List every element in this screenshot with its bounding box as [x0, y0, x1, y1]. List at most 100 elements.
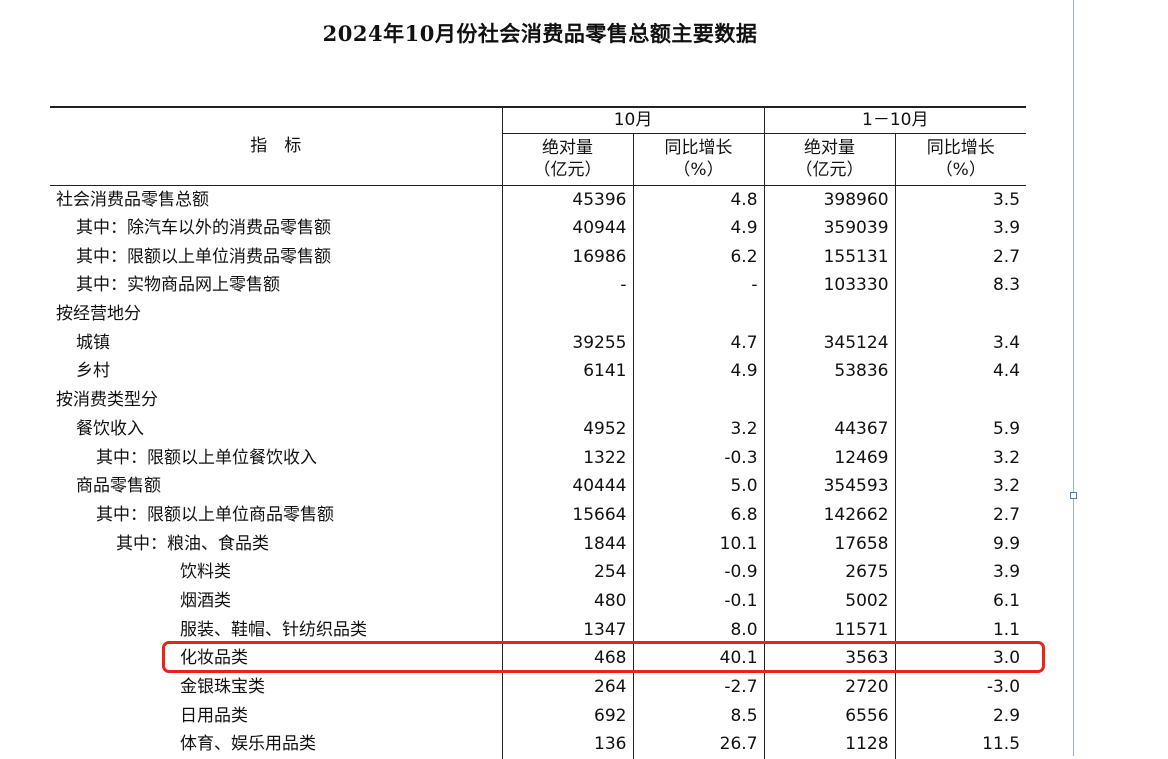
row-label: 城镇 — [76, 332, 110, 353]
oct-yoy-value: 6.2 — [632, 242, 765, 272]
table-row: 乡村 6141 4.9 53836 4.4 — [50, 357, 1027, 386]
ytd-yoy-value: 5.9 — [894, 414, 1027, 444]
oct-abs-value: 6141 — [501, 357, 633, 386]
ytd-abs-value: 6556 — [763, 701, 896, 731]
table-row: 其中：限额以上单位餐饮收入 1322 -0.3 12469 3.2 — [50, 443, 1027, 472]
oct-yoy-value: 26.7 — [632, 730, 765, 759]
table-row: 按经营地分 — [50, 299, 1027, 329]
ytd-yoy-value: 1.1 — [894, 615, 1027, 644]
ytd-yoy-value: 2.9 — [894, 701, 1027, 731]
oct-yoy-value: 4.9 — [632, 357, 765, 386]
table-row: 其中：限额以上单位商品零售额 15664 6.8 142662 2.7 — [50, 500, 1027, 530]
oct-yoy-value: -2.7 — [632, 672, 765, 702]
ytd-yoy-value — [894, 385, 1027, 415]
ytd-abs-value: 398960 — [763, 184, 896, 214]
row-label: 饮料类 — [180, 562, 231, 583]
ytd-abs-value — [763, 299, 896, 329]
row-label: 按消费类型分 — [56, 390, 158, 411]
ytd-yoy-value: 3.9 — [894, 213, 1027, 243]
row-label: 其中：除汽车以外的消费品零售额 — [76, 218, 331, 239]
ytd-yoy-value: 3.5 — [894, 184, 1027, 214]
oct-yoy-value: 5.0 — [632, 471, 765, 501]
oct-abs-value: 254 — [501, 557, 633, 587]
oct-yoy-value — [632, 385, 765, 415]
ytd-abs-value: 103330 — [763, 271, 896, 300]
ytd-yoy-value: 3.0 — [894, 644, 1027, 673]
oct-yoy-value: 8.0 — [632, 615, 765, 644]
row-label: 其中：粮油、食品类 — [116, 533, 269, 554]
ytd-yoy-value: 2.7 — [894, 242, 1027, 272]
oct-yoy-value — [632, 299, 765, 329]
oct-abs-value: 136 — [501, 730, 633, 759]
oct-yoy-value: 10.1 — [632, 529, 765, 558]
oct-abs-value: - — [501, 271, 633, 300]
row-label: 日用品类 — [180, 705, 248, 726]
row-label: 按经营地分 — [56, 304, 141, 325]
row-label: 其中：实物商品网上零售额 — [76, 275, 280, 296]
ytd-yoy-value: 3.2 — [894, 471, 1027, 501]
ytd-yoy-value: 4.4 — [894, 357, 1027, 386]
oct-abs-value: 15664 — [501, 500, 633, 530]
page-title: 2024年10月份社会消费品零售总额主要数据 — [322, 21, 758, 46]
oct-abs-value: 1347 — [501, 615, 633, 644]
oct-abs-value: 264 — [501, 672, 633, 702]
oct-yoy-value: -0.1 — [632, 586, 765, 616]
ytd-abs-value: 53836 — [763, 357, 896, 386]
ytd-abs-value: 142662 — [763, 500, 896, 530]
row-label: 化妆品类 — [180, 648, 248, 669]
row-label: 其中：限额以上单位消费品零售额 — [76, 246, 331, 267]
table-row: 其中：限额以上单位消费品零售额 16986 6.2 155131 2.7 — [50, 242, 1027, 272]
page-edge-line — [1073, 0, 1074, 756]
ytd-abs-header: 绝对量 （亿元） — [763, 132, 896, 185]
oct-abs-value: 468 — [501, 644, 633, 673]
oct-yoy-value: -0.9 — [632, 557, 765, 587]
ytd-yoy-value: 3.4 — [894, 328, 1027, 358]
row-label: 乡村 — [76, 361, 110, 382]
ytd-group-header: 1－10月 — [763, 106, 1027, 133]
resize-handle[interactable] — [1070, 492, 1077, 499]
ytd-yoy-value: -3.0 — [894, 672, 1027, 702]
oct-abs-value: 1322 — [501, 443, 633, 472]
table-row: 餐饮收入 4952 3.2 44367 5.9 — [50, 414, 1027, 444]
ytd-yoy-value: 3.2 — [894, 443, 1027, 472]
ytd-abs-value: 1128 — [763, 730, 896, 759]
table-row: 其中：除汽车以外的消费品零售额 40944 4.9 359039 3.9 — [50, 213, 1027, 243]
row-label: 烟酒类 — [180, 590, 231, 611]
row-label: 商品零售额 — [76, 476, 161, 497]
oct-abs-value: 480 — [501, 586, 633, 616]
oct-group-header: 10月 — [501, 106, 765, 133]
oct-yoy-value: 3.2 — [632, 414, 765, 444]
oct-abs-value: 39255 — [501, 328, 633, 358]
ytd-abs-value: 2720 — [763, 672, 896, 702]
row-label: 金银珠宝类 — [180, 677, 265, 698]
ytd-yoy-value: 6.1 — [894, 586, 1027, 616]
ytd-yoy-value: 8.3 — [894, 271, 1027, 300]
ytd-yoy-value: 11.5 — [894, 730, 1027, 759]
retail-sales-table: 指 标 10月 1－10月 绝对量 （亿元） 同比增长 （%） 绝对量 （亿元） 同比… — [50, 106, 1027, 759]
ytd-abs-value: 12469 — [763, 443, 896, 472]
oct-abs-value — [501, 299, 633, 329]
ytd-abs-value: 345124 — [763, 328, 896, 358]
oct-yoy-header: 同比增长 （%） — [632, 132, 765, 185]
oct-yoy-value: - — [632, 271, 765, 300]
oct-yoy-value: 4.9 — [632, 213, 765, 243]
table-row: 其中：实物商品网上零售额 - -103330 8.3 — [50, 271, 1027, 300]
table-row: 服装、鞋帽、针纺织品类 1347 8.0 11571 1.1 — [50, 615, 1027, 644]
oct-yoy-value: 4.7 — [632, 328, 765, 358]
ytd-abs-value: 3563 — [763, 644, 896, 673]
row-label: 其中：限额以上单位商品零售额 — [96, 504, 334, 525]
ytd-abs-value: 155131 — [763, 242, 896, 272]
ytd-yoy-value — [894, 299, 1027, 329]
row-label: 社会消费品零售总额 — [50, 184, 502, 214]
table-row: 日用品类 692 8.5 6556 2.9 — [50, 701, 1027, 731]
oct-abs-value: 16986 — [501, 242, 633, 272]
ytd-abs-value: 5002 — [763, 586, 896, 616]
indicator-header: 指 标 — [50, 106, 502, 185]
row-label: 服装、鞋帽、针纺织品类 — [180, 619, 367, 640]
oct-yoy-value: 40.1 — [632, 644, 765, 673]
oct-abs-value: 40444 — [501, 471, 633, 501]
ytd-yoy-value: 2.7 — [894, 500, 1027, 530]
ytd-abs-value: 44367 — [763, 414, 896, 444]
oct-abs-value: 40944 — [501, 213, 633, 243]
oct-abs-header: 绝对量 （亿元） — [501, 132, 633, 185]
